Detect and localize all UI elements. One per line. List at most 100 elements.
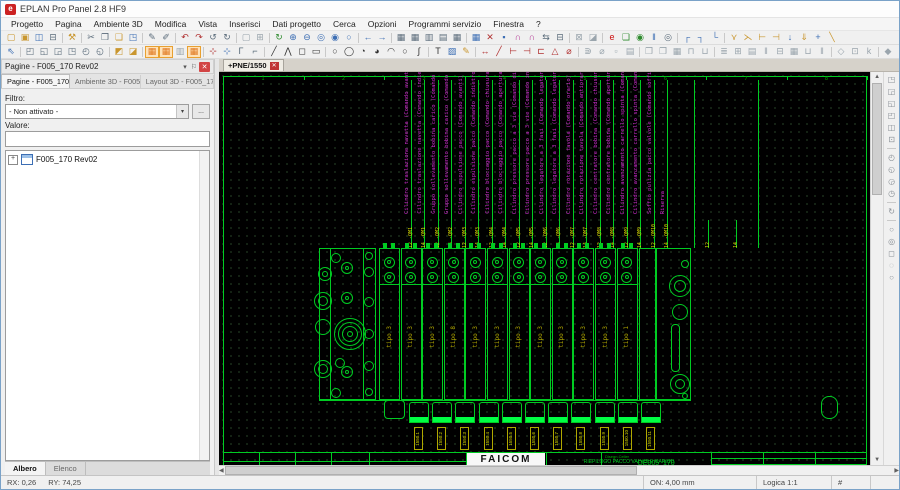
duct2-icon[interactable]: ⊔ bbox=[698, 46, 712, 58]
misc5-icon[interactable]: ↯ bbox=[895, 46, 899, 58]
panel-tab-1[interactable]: Ambiente 3D - F005_170 ... bbox=[70, 75, 141, 88]
route1-icon[interactable]: ⋎ bbox=[727, 32, 741, 44]
edit-icon[interactable]: ✎ bbox=[145, 32, 159, 44]
viewcube4-icon[interactable]: ◳ bbox=[65, 46, 79, 58]
down2-icon[interactable]: ⇓ bbox=[797, 32, 811, 44]
close-project-icon[interactable]: ◫ bbox=[32, 32, 46, 44]
orbit-icon[interactable]: ↻ bbox=[888, 206, 895, 217]
view-iso4-icon[interactable]: ◰ bbox=[888, 110, 896, 121]
swap-icon[interactable]: ⇆ bbox=[539, 32, 553, 44]
grid-off-icon[interactable]: ✕ bbox=[483, 32, 497, 44]
layer3-icon[interactable]: ▫ bbox=[609, 46, 623, 58]
view-front-icon[interactable]: ◫ bbox=[888, 122, 896, 133]
target-icon[interactable]: ◎ bbox=[661, 32, 675, 44]
duct1-icon[interactable]: ⊓ bbox=[684, 46, 698, 58]
menu-opzioni[interactable]: Opzioni bbox=[362, 19, 403, 29]
layer1-icon[interactable]: ⋑ bbox=[581, 46, 595, 58]
layer2-icon[interactable]: ⌀ bbox=[595, 46, 609, 58]
rect-tool-icon[interactable]: ◻ bbox=[295, 46, 309, 58]
circle2-tool-icon[interactable]: ◯ bbox=[342, 46, 356, 58]
route3-icon[interactable]: ⊢ bbox=[755, 32, 769, 44]
measure2-icon[interactable]: ⊹ bbox=[220, 46, 234, 58]
placement2-icon[interactable]: ◪ bbox=[126, 46, 140, 58]
arc3-tool-icon[interactable]: ◠ bbox=[384, 46, 398, 58]
redo-list-icon[interactable]: ↻ bbox=[220, 32, 234, 44]
tree-tab-albero[interactable]: Albero bbox=[5, 462, 46, 475]
redo-icon[interactable]: ↷ bbox=[192, 32, 206, 44]
grid5-icon[interactable]: ▦ bbox=[450, 32, 464, 44]
dim-angle-icon[interactable]: △ bbox=[548, 46, 562, 58]
menu-programmi-servizio[interactable]: Programmi servizio bbox=[403, 19, 488, 29]
tree-item-project[interactable]: + F005_170 Rev02 bbox=[6, 151, 209, 168]
bars-icon[interactable]: ‖ bbox=[647, 32, 661, 44]
undo-icon[interactable]: ↶ bbox=[178, 32, 192, 44]
dim-aligned-icon[interactable]: ╱ bbox=[492, 46, 506, 58]
grid3-icon[interactable]: ▥ bbox=[422, 32, 436, 44]
corner3-icon[interactable]: └ bbox=[708, 32, 722, 44]
select-pointer-icon[interactable]: ⇖ bbox=[4, 46, 18, 58]
rotate2-icon[interactable]: ◵ bbox=[888, 164, 895, 175]
view-top-icon[interactable]: ⊡ bbox=[888, 134, 895, 145]
diag-icon[interactable]: ╲ bbox=[825, 32, 839, 44]
menu-cerca[interactable]: Cerca bbox=[327, 19, 362, 29]
menu-finestra[interactable]: Finestra bbox=[487, 19, 530, 29]
undo-list-icon[interactable]: ↺ bbox=[206, 32, 220, 44]
workspace4-icon[interactable]: ▦ bbox=[187, 45, 201, 58]
rail2-icon[interactable]: ‖ bbox=[815, 46, 829, 58]
dim-base-icon[interactable]: ⊣ bbox=[520, 46, 534, 58]
filter-more-button[interactable]: ... bbox=[192, 104, 210, 119]
tree-tab-elenco[interactable]: Elenco bbox=[46, 462, 86, 475]
panel-tab-0[interactable]: Pagine - F005_170 Rev02 bbox=[1, 74, 70, 88]
angle2-icon[interactable]: ⌐ bbox=[248, 46, 262, 58]
hyperlink-tool-icon[interactable]: ✎ bbox=[459, 46, 473, 58]
chevron-down-icon[interactable]: ▾ bbox=[181, 63, 189, 71]
drawing-canvas[interactable]: 1 2 3 4 5 6 7 8 Cilindro traslazione navetta (Co… bbox=[219, 72, 871, 465]
down1-icon[interactable]: ↓ bbox=[783, 32, 797, 44]
tree-scrollbar[interactable] bbox=[199, 151, 209, 460]
scroll-left-icon[interactable]: ◀ bbox=[219, 466, 224, 476]
copy3d2-icon[interactable]: ❐ bbox=[656, 46, 670, 58]
workspace3-icon[interactable]: ▥ bbox=[173, 46, 187, 58]
shade5-icon[interactable]: ○ bbox=[889, 272, 894, 283]
list1-icon[interactable]: ≣ bbox=[717, 46, 731, 58]
zoom-fit-icon[interactable]: ◉ bbox=[328, 32, 342, 44]
grid2-icon[interactable]: ▦ bbox=[408, 32, 422, 44]
copy-icon[interactable]: ❐ bbox=[98, 32, 112, 44]
menu--[interactable]: ? bbox=[530, 19, 547, 29]
workspace2-icon[interactable]: ▦ bbox=[159, 45, 173, 58]
dataportal-icon[interactable]: ❏ bbox=[619, 32, 633, 44]
menu-inserisci[interactable]: Inserisci bbox=[223, 19, 266, 29]
rails-icon[interactable]: ‖ bbox=[759, 46, 773, 58]
menu-modifica[interactable]: Modifica bbox=[149, 19, 193, 29]
text-tool-icon[interactable]: T bbox=[431, 46, 445, 58]
array-icon[interactable]: ▦ bbox=[670, 46, 684, 58]
dim-linear-icon[interactable]: ↔ bbox=[478, 46, 492, 58]
delete-icon[interactable]: ◳ bbox=[126, 32, 140, 44]
line-tool-icon[interactable]: ╱ bbox=[267, 46, 281, 58]
grid4-icon[interactable]: ▤ bbox=[436, 32, 450, 44]
route2-icon[interactable]: ⋋ bbox=[741, 32, 755, 44]
arc-tool-icon[interactable]: ◔ bbox=[356, 46, 370, 58]
settings-wrench-icon[interactable]: ⚒ bbox=[65, 32, 79, 44]
pages-panel-header[interactable]: Pagine - F005_170 Rev02 ▾ ⚐ ✕ bbox=[1, 59, 214, 74]
menu-vista[interactable]: Vista bbox=[192, 19, 223, 29]
page-icon[interactable]: ▢ bbox=[239, 32, 253, 44]
expander-icon[interactable]: + bbox=[8, 154, 18, 165]
k-icon[interactable]: k bbox=[862, 46, 876, 58]
document-tab[interactable]: +PNE/1550 ✕ bbox=[223, 59, 284, 71]
placement1-icon[interactable]: ◩ bbox=[112, 46, 126, 58]
cut-icon[interactable]: ✂ bbox=[84, 32, 98, 44]
shade2-icon[interactable]: ◎ bbox=[888, 236, 895, 247]
value-input[interactable] bbox=[5, 131, 210, 147]
misc4-icon[interactable]: ◆ bbox=[881, 46, 895, 58]
prev-page-icon[interactable]: ← bbox=[361, 32, 375, 44]
corner1-icon[interactable]: ┌ bbox=[680, 32, 694, 44]
measure1-icon[interactable]: ⊹ bbox=[206, 46, 220, 58]
paste-icon[interactable]: ❏ bbox=[112, 32, 126, 44]
zoom-window-icon[interactable]: ◎ bbox=[314, 32, 328, 44]
rect2-tool-icon[interactable]: ▭ bbox=[309, 46, 323, 58]
viewcube5-icon[interactable]: ◴ bbox=[79, 46, 93, 58]
misc2-icon[interactable]: ◪ bbox=[586, 32, 600, 44]
image-tool-icon[interactable]: ▨ bbox=[445, 46, 459, 58]
vertical-scroll-thumb[interactable] bbox=[872, 83, 883, 195]
